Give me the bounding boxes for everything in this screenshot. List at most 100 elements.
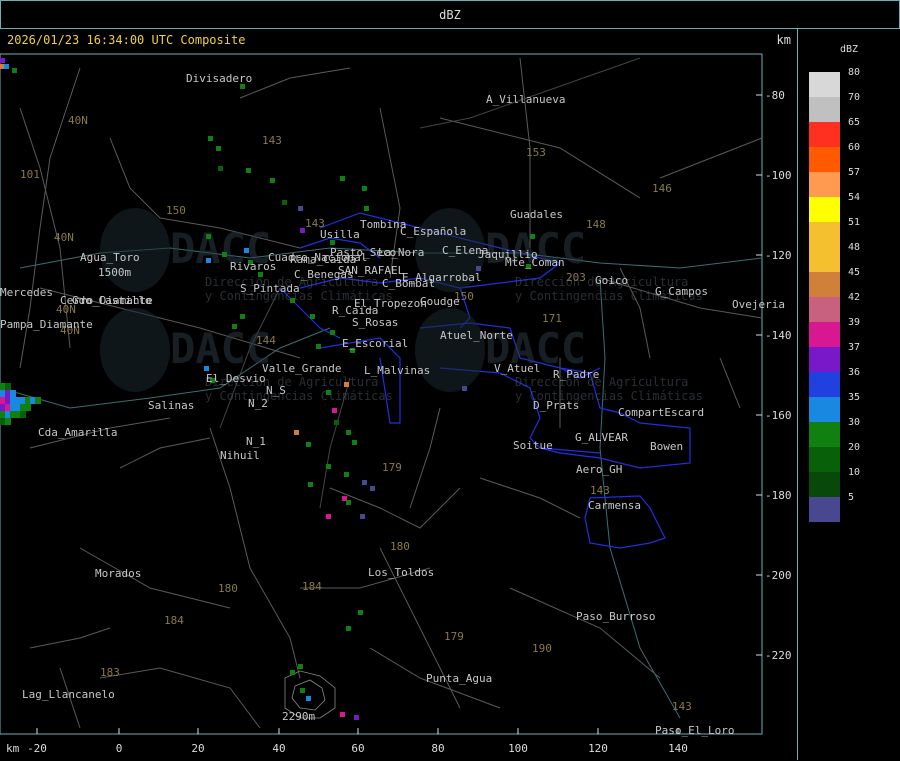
place-label: Usilla (320, 228, 360, 241)
legend-label-57: 57 (848, 167, 861, 178)
radar-echo-pixel (346, 626, 351, 631)
radar-echo-pixel (310, 314, 315, 319)
radar-echo-pixel (12, 68, 17, 73)
place-label: S_Rosas (352, 316, 398, 329)
radar-echo-pixel (216, 146, 221, 151)
legend-label-5: 5 (848, 492, 855, 503)
radar-echo-pixel (360, 514, 365, 519)
legend-label-54: 54 (848, 192, 861, 203)
place-label: E_Algarrobal (402, 271, 481, 284)
place-label: Mte_Coman (505, 256, 565, 269)
legend-label-80: 80 (848, 67, 861, 78)
storm-cell-pixel (10, 390, 16, 397)
x-tick-label: 120 (588, 742, 608, 755)
route-number: 143 (672, 700, 692, 713)
route-number: 190 (532, 642, 552, 655)
radar-echo-pixel (244, 248, 249, 253)
place-label: L_Malvinas (364, 364, 430, 377)
place-label: R_Padre (553, 368, 599, 381)
route-number: 171 (542, 312, 562, 325)
legend-swatch-60 (809, 147, 840, 172)
place-label: Lag_Llancanelo (22, 688, 115, 701)
radar-echo-pixel (270, 178, 275, 183)
radar-echo-pixel (4, 64, 9, 69)
place-label: CompartEscard (618, 406, 704, 419)
place-label: Aero_GH (576, 463, 622, 476)
place-label: Punta_Agua (426, 672, 492, 685)
x-tick-label: 80 (431, 742, 444, 755)
y-tick-label: -220 (765, 649, 792, 662)
radar-echo-pixel (352, 440, 357, 445)
radar-echo-pixel (306, 442, 311, 447)
place-label: Pampa_Diamante (0, 318, 93, 331)
route-number: 180 (218, 582, 238, 595)
route-number: 40N (68, 114, 88, 127)
km-unit-top: km (776, 33, 791, 47)
radar-echo-pixel (298, 206, 303, 211)
route-number: 143 (590, 484, 610, 497)
legend-swatch-20 (809, 447, 840, 472)
route-number: 153 (526, 146, 546, 159)
timestamp-label: 2026/01/23 16:34:00 UTC Composite (7, 33, 246, 47)
radar-map[interactable]: DACC Dirección de Agricultura y Continge… (0, 28, 797, 760)
x-tick-label: 20 (191, 742, 204, 755)
legend-label-36: 36 (848, 367, 861, 378)
route-number: 203 (566, 271, 586, 284)
place-label: 2290m (282, 710, 315, 723)
radar-echo-pixel (326, 390, 331, 395)
place-label: N_2 (248, 397, 268, 410)
legend-swatch-45 (809, 272, 840, 297)
radar-echo-pixel (316, 344, 321, 349)
radar-echo-pixel (340, 712, 345, 717)
radar-echo-pixel (222, 252, 227, 257)
y-tick-label: -180 (765, 489, 792, 502)
axis-ticks: -20 0 20 40 60 80 100 120 140-80-100-120-140-160… (6, 89, 792, 755)
x-tick-label: 60 (351, 742, 364, 755)
place-label: Los_Toldos (368, 566, 434, 579)
radar-echo-pixel (344, 382, 349, 387)
legend-color-bar (809, 72, 840, 522)
watermark-logo-text: DACC (170, 324, 271, 373)
legend-swatch-36 (809, 372, 840, 397)
color-legend: dBZ 80 70 65 60 57 54 51 48 45 42 39 37 36 35 30 20 10 5 (798, 28, 899, 760)
radar-echo-pixel (326, 514, 331, 519)
km-unit-bottom: km (6, 742, 20, 755)
place-label: Ovejeria (732, 298, 785, 311)
radar-echo-pixel (330, 330, 335, 335)
place-label: SAN_RAFAEL (338, 264, 405, 277)
radar-echo-pixel (232, 324, 237, 329)
place-label: 1500m (98, 266, 131, 279)
place-label: D_Prats (533, 399, 579, 412)
legend-label-51: 51 (848, 217, 861, 228)
route-number: 148 (586, 218, 606, 231)
radar-map-panel[interactable]: DACC Dirección de Agricultura y Continge… (0, 28, 798, 760)
radar-echo-pixel (290, 298, 295, 303)
legend-label-39: 39 (848, 317, 861, 328)
y-tick-label: -100 (765, 169, 792, 182)
radar-echo-pixel (362, 480, 367, 485)
legend-swatch-30 (809, 422, 840, 447)
title-text: dBZ (439, 7, 461, 22)
radar-echo-pixel (246, 168, 251, 173)
storm-cell-pixel (5, 383, 11, 390)
radar-echo-pixel (364, 206, 369, 211)
watermark-line1: Dirección de Agricultura (515, 375, 688, 389)
radar-echo-pixel (308, 482, 313, 487)
radar-echo-pixel (344, 472, 349, 477)
route-number: 144 (256, 334, 276, 347)
radar-echo-pixel (218, 166, 223, 171)
legend-label-10: 10 (848, 467, 861, 478)
radar-echo-pixel (298, 664, 303, 669)
y-tick-label: -80 (765, 89, 785, 102)
route-number: 143 (262, 134, 282, 147)
route-number: 184 (302, 580, 322, 593)
legend-swatch-48 (809, 247, 840, 272)
route-number: 101 (20, 168, 40, 181)
place-label: El_Desvio (206, 372, 266, 385)
place-label: Soitue (513, 439, 553, 452)
radar-echo-pixel (206, 234, 211, 239)
route-number: 146 (652, 182, 672, 195)
legend-label-65: 65 (848, 117, 861, 128)
route-number: 179 (444, 630, 464, 643)
radar-echo-pixel (306, 696, 311, 701)
